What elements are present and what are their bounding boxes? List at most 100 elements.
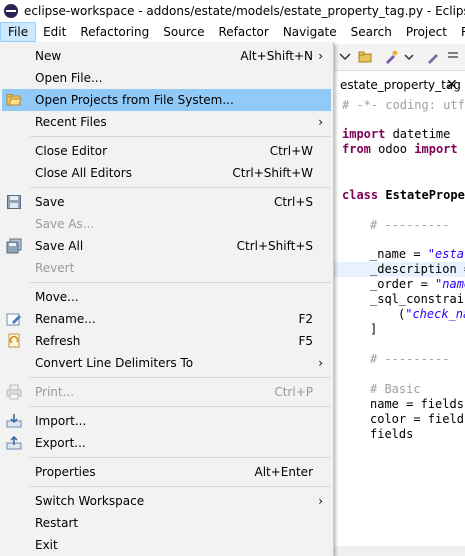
menu-bar: File Edit Refactoring Source Refactor Na… bbox=[0, 22, 465, 42]
submenu-arrow-icon: › bbox=[318, 49, 323, 63]
menu-item-label: Open Projects from File System... bbox=[35, 93, 234, 107]
close-tab-icon[interactable]: ✕ bbox=[446, 72, 458, 98]
editor-tab-bar: estate_property_tag ✕ bbox=[334, 72, 465, 99]
code-line: name = fields. bbox=[370, 397, 465, 411]
file-menu-dropdown: New Alt+Shift+N › Open File... Open Proj… bbox=[0, 42, 334, 556]
window-title: eclipse-workspace - addons/estate/models… bbox=[24, 4, 465, 18]
menu-item-shortcut: Ctrl+Shift+W bbox=[232, 166, 313, 180]
menu-item-label: Recent Files bbox=[35, 115, 107, 129]
code-line: class EstatePropert bbox=[342, 188, 465, 202]
menu-refactoring[interactable]: Refactoring bbox=[73, 22, 156, 42]
menu-item-save-all[interactable]: Save All Ctrl+Shift+S bbox=[2, 235, 331, 257]
code-line: from odoo import f bbox=[342, 142, 465, 156]
code-line: import datetime bbox=[342, 127, 451, 141]
menu-run[interactable]: Run bbox=[454, 22, 465, 42]
menu-item-refresh[interactable]: Refresh F5 bbox=[2, 330, 331, 352]
menu-item-label: Switch Workspace bbox=[35, 494, 145, 508]
menu-item-shortcut: Alt+Shift+N bbox=[240, 49, 313, 63]
menu-item-open-projects[interactable]: Open Projects from File System... bbox=[2, 89, 331, 111]
menu-edit[interactable]: Edit bbox=[36, 22, 73, 42]
code-editor[interactable]: # -*- coding: utf- import datetime from … bbox=[334, 98, 465, 546]
menu-separator bbox=[30, 457, 331, 458]
menu-separator bbox=[30, 136, 331, 137]
code-line: fields bbox=[370, 427, 414, 441]
menu-item-label: Save All bbox=[35, 239, 84, 253]
menu-item-label: Open File... bbox=[35, 71, 103, 85]
code-line: # -*- coding: utf- bbox=[342, 98, 465, 112]
menu-item-properties[interactable]: Properties Alt+Enter bbox=[2, 461, 331, 483]
keyword: import bbox=[342, 127, 386, 141]
menu-item-switch-workspace[interactable]: Switch Workspace › bbox=[2, 490, 331, 512]
keyword: import bbox=[414, 142, 458, 156]
menu-item-label: Print... bbox=[35, 385, 75, 399]
menu-item-shortcut: Ctrl+W bbox=[269, 144, 313, 158]
menu-item-exit[interactable]: Exit bbox=[2, 534, 331, 556]
save-disk-icon bbox=[7, 195, 21, 209]
rename-icon bbox=[6, 313, 21, 326]
menu-item-convert-line-delimiters[interactable]: Convert Line Delimiters To › bbox=[2, 352, 331, 374]
code-line: ("check_na bbox=[398, 307, 465, 321]
menu-refactor[interactable]: Refactor bbox=[211, 22, 275, 42]
menu-item-move[interactable]: Move... bbox=[2, 286, 331, 308]
debug-dropdown-icon[interactable] bbox=[338, 50, 352, 64]
menu-item-label: Save As... bbox=[35, 217, 95, 231]
menu-item-open-file[interactable]: Open File... bbox=[2, 67, 331, 89]
menu-item-save[interactable]: Save Ctrl+S bbox=[2, 191, 331, 213]
menu-item-print[interactable]: Print... Ctrl+P bbox=[2, 381, 331, 403]
menu-item-label: Refresh bbox=[35, 334, 81, 348]
code-line: # --------- bbox=[370, 218, 450, 232]
menu-item-close-editor[interactable]: Close Editor Ctrl+W bbox=[2, 140, 331, 162]
menu-source[interactable]: Source bbox=[156, 22, 211, 42]
menu-item-shortcut: Ctrl+Shift+S bbox=[236, 239, 313, 253]
menu-item-label: Convert Line Delimiters To bbox=[35, 356, 194, 370]
keyword: from bbox=[342, 142, 371, 156]
run-dropdown-icon[interactable] bbox=[402, 50, 416, 64]
menu-item-label: Save bbox=[35, 195, 65, 209]
code-line: # --------- bbox=[370, 352, 450, 366]
menu-item-close-all-editors[interactable]: Close All Editors Ctrl+Shift+W bbox=[2, 162, 331, 184]
menu-item-label: Revert bbox=[35, 261, 75, 275]
menu-item-export[interactable]: Export... bbox=[2, 432, 331, 454]
menu-navigate[interactable]: Navigate bbox=[276, 22, 344, 42]
code-line: color = fields bbox=[370, 412, 465, 426]
status-bar bbox=[334, 546, 465, 556]
eclipse-logo-icon bbox=[4, 4, 18, 18]
menu-item-label: Restart bbox=[35, 516, 79, 530]
menu-item-save-as[interactable]: Save As... bbox=[2, 213, 331, 235]
export-icon bbox=[6, 435, 22, 450]
menu-search[interactable]: Search bbox=[344, 22, 399, 42]
menu-item-new[interactable]: New Alt+Shift+N › bbox=[2, 45, 331, 67]
menu-item-rename[interactable]: Rename... F2 bbox=[2, 308, 331, 330]
menu-item-label: Exit bbox=[35, 538, 58, 552]
edit-pencil-icon[interactable] bbox=[426, 50, 440, 64]
open-folder-icon[interactable] bbox=[358, 50, 372, 64]
menu-separator bbox=[30, 282, 331, 283]
run-tool-icon[interactable] bbox=[384, 50, 398, 64]
title-bar: eclipse-workspace - addons/estate/models… bbox=[0, 0, 465, 22]
code-line: ] bbox=[370, 322, 378, 336]
code-line: _name = "estat bbox=[370, 247, 465, 261]
menu-item-label: Export... bbox=[35, 436, 86, 450]
folder-open-icon bbox=[6, 94, 22, 106]
menu-item-label: Import... bbox=[35, 414, 87, 428]
code-line: _sql_constrain bbox=[370, 292, 465, 306]
refresh-icon bbox=[8, 333, 20, 348]
save-all-icon bbox=[6, 238, 22, 254]
menu-item-label: Move... bbox=[35, 290, 79, 304]
menu-item-shortcut: F2 bbox=[298, 312, 313, 326]
printer-icon bbox=[6, 384, 22, 400]
menu-item-shortcut: Alt+Enter bbox=[254, 465, 313, 479]
submenu-arrow-icon: › bbox=[318, 494, 323, 508]
code-line: # Basic bbox=[370, 382, 421, 396]
keyword: class bbox=[342, 188, 379, 202]
menu-item-import[interactable]: Import... bbox=[2, 410, 331, 432]
menu-item-recent-files[interactable]: Recent Files › bbox=[2, 111, 331, 133]
main-toolbar bbox=[334, 44, 465, 71]
menu-item-restart[interactable]: Restart bbox=[2, 512, 331, 534]
menu-file[interactable]: File bbox=[0, 22, 37, 42]
menu-project[interactable]: Project bbox=[399, 22, 454, 42]
submenu-arrow-icon: › bbox=[318, 356, 323, 370]
menu-item-revert[interactable]: Revert bbox=[2, 257, 331, 279]
code-line: _order = "name bbox=[370, 277, 465, 291]
next-annotation-icon[interactable] bbox=[446, 50, 460, 64]
